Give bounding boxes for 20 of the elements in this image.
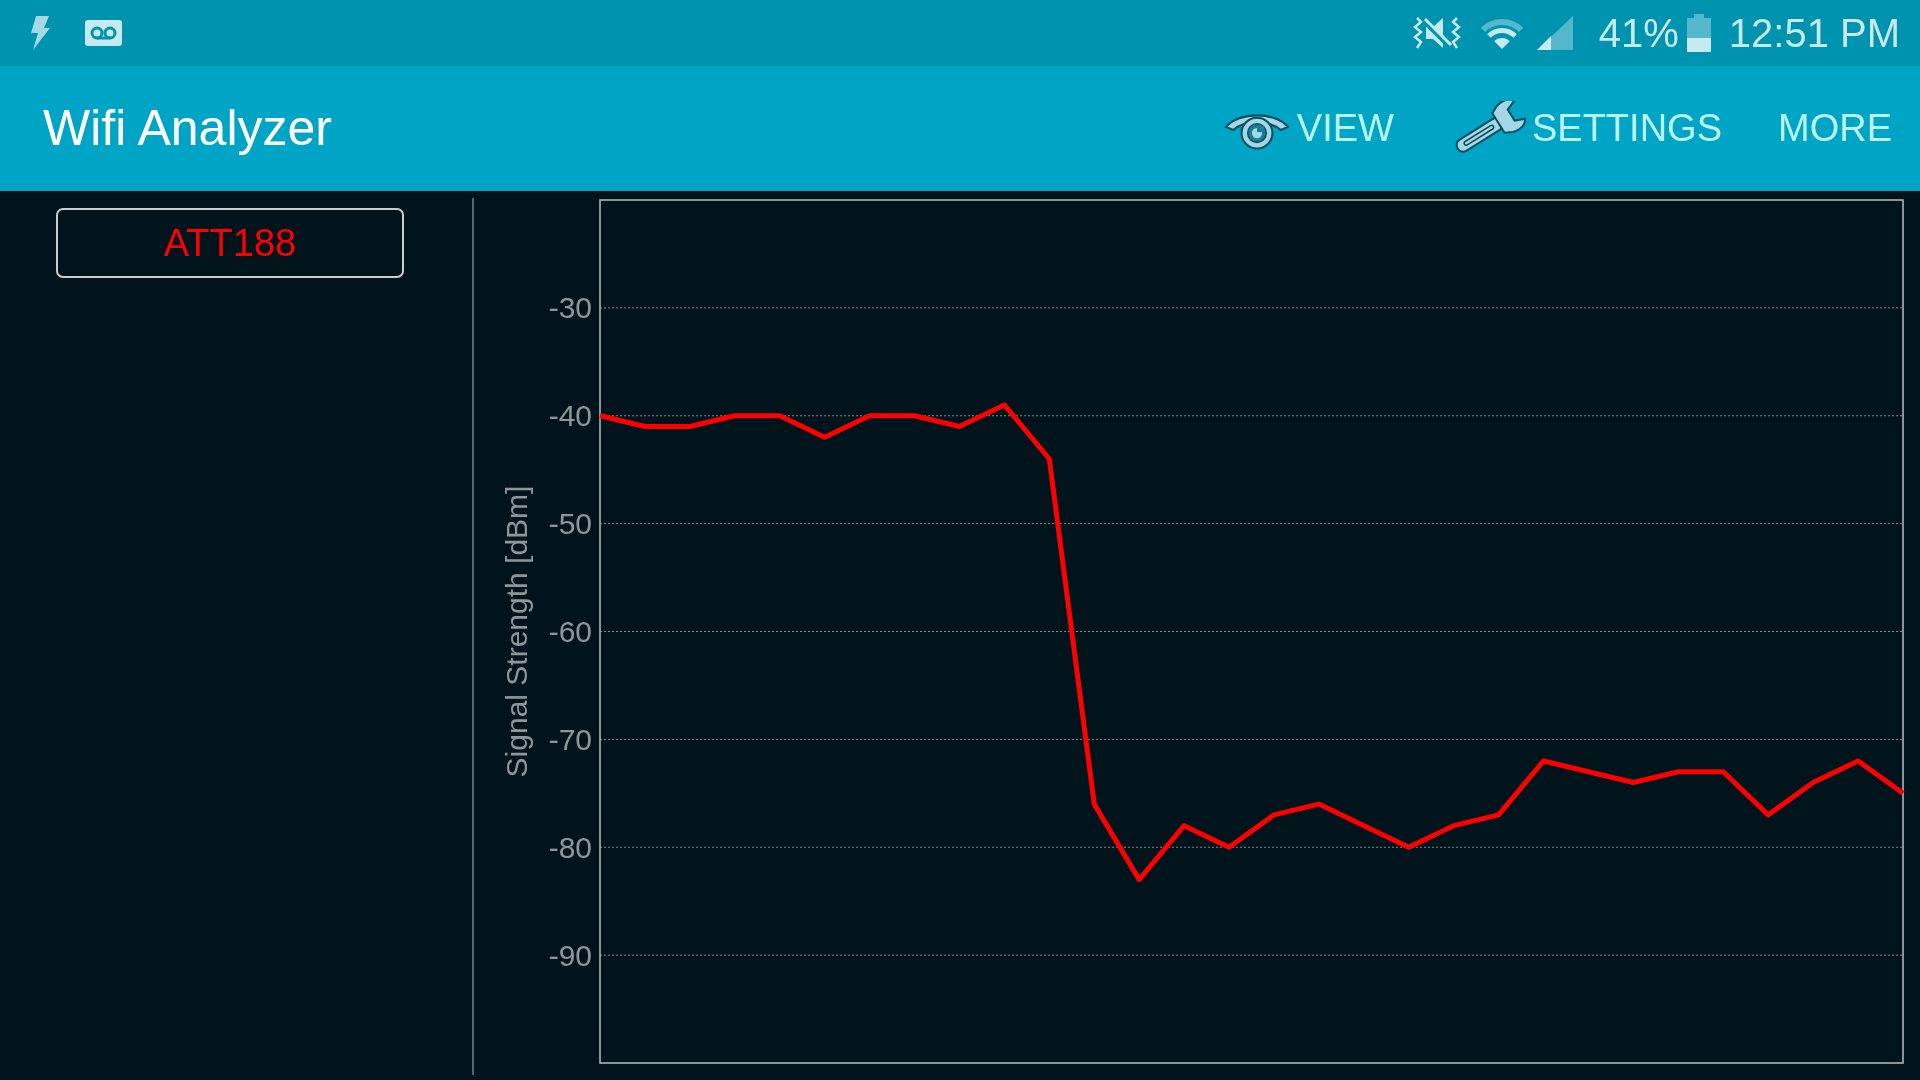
voicemail-icon: [85, 20, 122, 46]
battery-icon: [1686, 14, 1711, 52]
settings-button[interactable]: SETTINGS: [1441, 94, 1730, 163]
more-button[interactable]: MORE: [1770, 101, 1900, 156]
clock-time: 12:51 PM: [1728, 13, 1900, 53]
signal-icon: [1536, 16, 1573, 50]
y-tick-label: -60: [548, 615, 592, 648]
y-tick-label: -90: [548, 938, 592, 972]
app-title: Wifi Analyzer: [43, 99, 332, 158]
y-axis-label: Signal Strength [dBm]: [499, 485, 533, 778]
battery-percent: 41%: [1598, 13, 1679, 53]
lightning-icon: [28, 16, 50, 50]
y-tick-label: -70: [548, 722, 592, 756]
y-tick-label: -80: [548, 830, 592, 864]
y-tick-label: -30: [548, 291, 592, 325]
y-tick-label: -40: [548, 399, 592, 433]
y-tick-label: -50: [548, 507, 592, 541]
network-button[interactable]: ATT188: [56, 208, 404, 278]
view-button[interactable]: VIEW: [1214, 100, 1402, 157]
vibrate-icon: [1411, 15, 1462, 51]
